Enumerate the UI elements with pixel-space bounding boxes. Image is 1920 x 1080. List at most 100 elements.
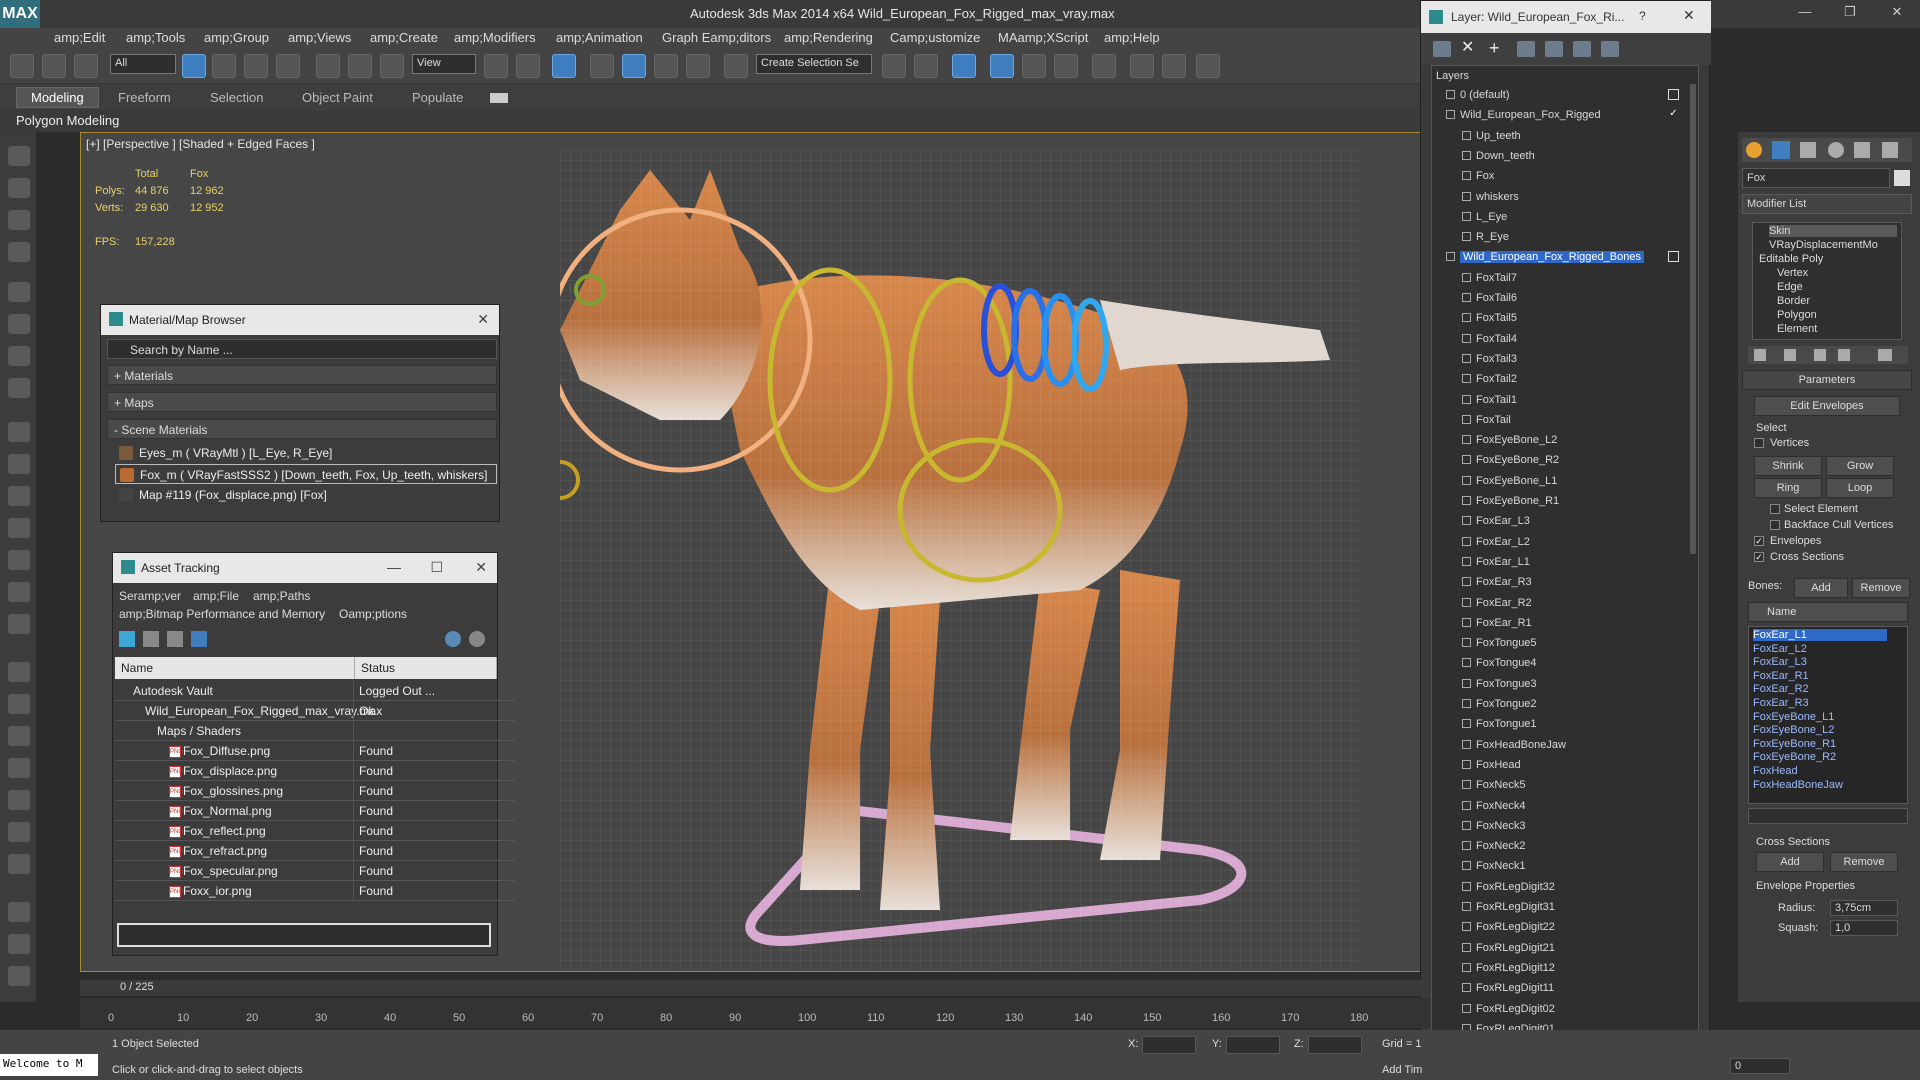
material-editor-icon[interactable]	[1092, 54, 1116, 78]
loop-button[interactable]: Loop	[1826, 478, 1894, 498]
list-view-icon[interactable]	[143, 631, 159, 647]
radius-spinner[interactable]: 3,75cm	[1830, 900, 1898, 916]
layer-item[interactable]: FoxRLegDigit02	[1432, 1000, 1682, 1018]
layer-item[interactable]: FoxEar_R2	[1432, 594, 1682, 612]
ribbon-options-icon[interactable]	[490, 93, 508, 103]
modifier-stack-item[interactable]: Edge	[1777, 281, 1803, 293]
z-coord-field[interactable]	[1308, 1036, 1362, 1054]
remove-bone-button[interactable]: Remove	[1852, 578, 1910, 598]
snap-toggle-icon[interactable]	[590, 54, 614, 78]
pivot-center-icon[interactable]	[484, 54, 508, 78]
highlight-layer-icon[interactable]	[1573, 41, 1591, 57]
material-item[interactable]: Eyes_m ( VRayMtl ) [L_Eye, R_Eye]	[115, 443, 497, 463]
display-tab-icon[interactable]	[1854, 142, 1870, 158]
globe-icon[interactable]	[8, 758, 30, 778]
layer-item[interactable]: FoxTail7	[1432, 269, 1682, 287]
asset-row[interactable]: PNGFox_displace.png Found	[115, 761, 515, 781]
utilities-tab-icon[interactable]	[1882, 142, 1898, 158]
reference-coord-dropdown[interactable]: View	[412, 54, 476, 74]
materials-section[interactable]: + Materials	[107, 365, 497, 385]
asset-row[interactable]: Autodesk Vault Logged Out ...	[115, 681, 515, 701]
layer-item[interactable]: FoxTail5	[1432, 309, 1682, 327]
layer-item[interactable]: FoxTongue2	[1432, 695, 1682, 713]
teapot-icon[interactable]	[8, 146, 30, 166]
add-time-tag[interactable]: Add Tim	[1382, 1064, 1422, 1076]
material-item[interactable]: Fox_m ( VRayFastSSS2 ) [Down_teeth, Fox,…	[115, 464, 497, 484]
layer-manager-icon[interactable]	[1433, 41, 1451, 57]
leaf-icon[interactable]	[8, 790, 30, 810]
material-item[interactable]: Map #119 (Fox_displace.png) [Fox]	[115, 485, 497, 505]
mirror-icon[interactable]	[882, 54, 906, 78]
select-element-checkbox[interactable]	[1770, 504, 1780, 514]
asset-tracking-titlebar[interactable]: Asset Tracking — ☐ ✕	[113, 553, 497, 583]
layer-manager-icon[interactable]	[952, 54, 976, 78]
layer-item[interactable]: FoxNeck3	[1432, 817, 1682, 835]
viewport-label[interactable]: [+] [Perspective ] [Shaded + Edged Faces…	[86, 137, 315, 151]
delete-icon[interactable]: ✕	[1461, 40, 1479, 57]
layer-current-toggle[interactable]	[1668, 89, 1679, 100]
asset-row[interactable]: PNGFox_glossines.png Found	[115, 781, 515, 801]
scene-materials-section[interactable]: - Scene Materials	[107, 419, 497, 439]
pin-stack-icon[interactable]	[1754, 349, 1766, 361]
menu-tools[interactable]: amp;Tools	[126, 30, 185, 45]
layer-item[interactable]: FoxTail1	[1432, 391, 1682, 409]
bone-list-item[interactable]: FoxEar_L1	[1753, 629, 1887, 641]
edit-envelopes-button[interactable]: Edit Envelopes	[1754, 396, 1900, 416]
add-cross-section-button[interactable]: Add	[1756, 852, 1824, 872]
track-bar[interactable]: 0 10 20 30 40 50 60 70 80 90 100 110 120 130 140 150 160…	[80, 998, 1430, 1028]
show-end-result-icon[interactable]	[1784, 349, 1796, 361]
layer-item[interactable]: FoxRLegDigit31	[1432, 898, 1682, 916]
select-by-name-icon[interactable]	[212, 54, 236, 78]
bind-spacewarp-icon[interactable]	[74, 54, 98, 78]
object-name-field[interactable]: Fox	[1742, 168, 1890, 188]
layer-item[interactable]: FoxTongue5	[1432, 634, 1682, 652]
add-bone-button[interactable]: Add	[1794, 578, 1848, 598]
render-setup-icon[interactable]	[1130, 54, 1154, 78]
bone-list-item[interactable]: FoxEyeBone_L2	[1753, 724, 1834, 736]
asset-row[interactable]: PNGFox_specular.png Found	[115, 861, 515, 881]
modifier-stack-item[interactable]: Border	[1777, 295, 1810, 307]
percent-snap-icon[interactable]	[654, 54, 678, 78]
asset-row[interactable]: Maps / Shaders	[115, 721, 515, 741]
sun-icon[interactable]	[8, 582, 30, 602]
layer-item[interactable]: FoxHead	[1432, 756, 1682, 774]
bone-list-item[interactable]: FoxEar_R3	[1753, 697, 1809, 709]
layers-scrollbar[interactable]	[1690, 84, 1696, 554]
rect-selection-icon[interactable]	[244, 54, 268, 78]
bone-list-item[interactable]: FoxEyeBone_R1	[1753, 738, 1836, 750]
schematic-view-icon[interactable]	[1054, 54, 1078, 78]
settings-icon[interactable]	[469, 631, 485, 647]
layer-item[interactable]: FoxTongue4	[1432, 654, 1682, 672]
modifier-stack-item[interactable]: Skin	[1769, 225, 1897, 237]
tab-populate[interactable]: Populate	[412, 90, 463, 105]
layer-item[interactable]: L_Eye	[1432, 208, 1682, 226]
menu-modifiers[interactable]: amp;Modifiers	[454, 30, 536, 45]
cross-sections-checkbox[interactable]: ✓	[1754, 552, 1764, 562]
bone-list-item[interactable]: FoxEar_L3	[1753, 656, 1807, 668]
asset-path-field[interactable]	[117, 923, 491, 947]
shrink-button[interactable]: Shrink	[1754, 456, 1822, 476]
hide-all-icon[interactable]	[1601, 41, 1619, 57]
help-button[interactable]: ?	[1639, 9, 1646, 23]
ring-button[interactable]: Ring	[1754, 478, 1822, 498]
asset-row[interactable]: Wild_European_Fox_Rigged_max_vray.max Ok	[115, 701, 515, 721]
menu-edit[interactable]: amp;Edit	[54, 30, 105, 45]
layer-current-toggle[interactable]: ✓	[1668, 109, 1679, 120]
layer-item[interactable]: FoxTail4	[1432, 330, 1682, 348]
tab-selection[interactable]: Selection	[210, 90, 263, 105]
bone-list-item[interactable]: FoxEar_R2	[1753, 683, 1809, 695]
keyboard-shortcut-icon[interactable]	[552, 54, 576, 78]
select-object-icon[interactable]	[182, 54, 206, 78]
remove-cross-section-button[interactable]: Remove	[1830, 852, 1898, 872]
layer-item[interactable]: FoxEyeBone_L1	[1432, 472, 1682, 490]
curve-editor-icon[interactable]	[1022, 54, 1046, 78]
layer-item[interactable]: FoxEar_L1	[1432, 553, 1682, 571]
tri-icon[interactable]	[8, 726, 30, 746]
modifier-stack-item[interactable]: Editable Poly	[1759, 253, 1823, 265]
x-coord-field[interactable]	[1142, 1036, 1196, 1054]
walk-icon[interactable]	[8, 822, 30, 842]
layer-current-toggle[interactable]	[1668, 251, 1679, 263]
layer-dialog-titlebar[interactable]: Layer: Wild_European_Fox_Ri... ? ✕	[1421, 1, 1711, 33]
menu-rendering[interactable]: amp;Rendering	[784, 30, 873, 45]
minimize-icon[interactable]: —	[387, 559, 401, 575]
